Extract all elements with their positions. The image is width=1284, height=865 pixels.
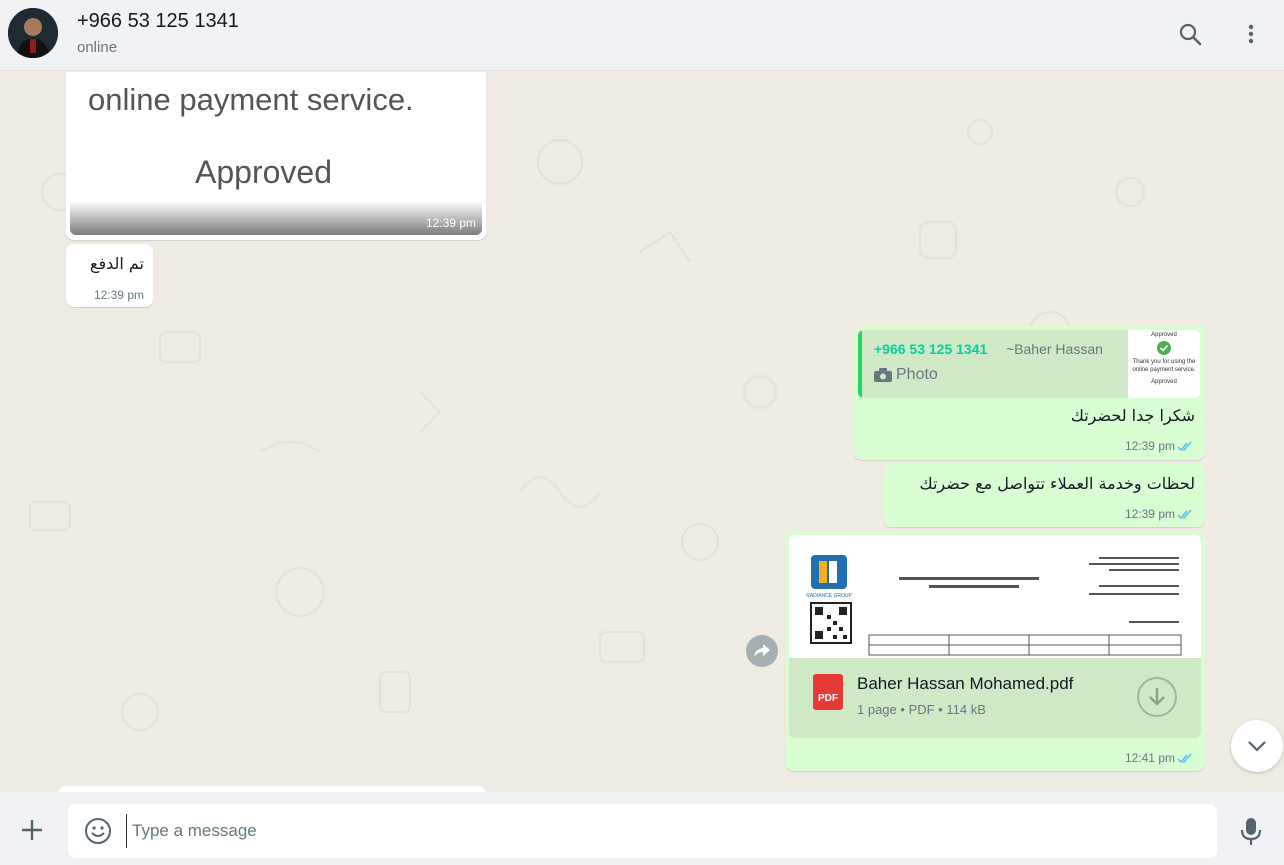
chat-header: +966 53 125 1341 online bbox=[0, 0, 1284, 71]
message-text: تم الدفع bbox=[89, 254, 144, 273]
logo-text: RADIANCE GROUP bbox=[806, 593, 852, 599]
pdf-file-icon: PDF bbox=[813, 674, 843, 710]
thumb-text: Thank you for using the online payment s… bbox=[1132, 359, 1196, 373]
image-text-line1: online payment service. bbox=[88, 82, 414, 117]
camera-icon bbox=[874, 368, 892, 387]
document-name[interactable]: Baher Hassan Mohamed.pdf bbox=[857, 674, 1073, 694]
document-preview[interactable]: RADIANCE GROUP bbox=[789, 535, 1201, 658]
quote-author: +966 53 125 1341 bbox=[874, 341, 988, 357]
contact-status: online bbox=[77, 39, 118, 56]
message-input[interactable] bbox=[126, 814, 1186, 848]
thumb-text: Approved bbox=[1151, 332, 1177, 338]
chat-area[interactable]: online payment service. Approved 12:39 p… bbox=[0, 72, 1284, 792]
double-check-icon bbox=[1177, 508, 1195, 526]
quote-type: Photo bbox=[896, 366, 938, 383]
payment-screenshot[interactable]: online payment service. Approved bbox=[70, 72, 482, 235]
forward-button[interactable] bbox=[746, 635, 778, 667]
attach-button[interactable] bbox=[18, 816, 46, 844]
message-composer bbox=[0, 792, 1284, 865]
contact-avatar[interactable] bbox=[8, 8, 58, 58]
more-vertical-icon[interactable] bbox=[1237, 20, 1265, 48]
message-time: 12:39 pm bbox=[1124, 439, 1175, 453]
message-text: لحظات وخدمة العملاء تتواصل مع حضرتك bbox=[919, 474, 1195, 493]
image-text-line2: Approved bbox=[195, 154, 332, 190]
text-message[interactable]: تم الدفع 12:39 pm bbox=[66, 244, 153, 307]
voice-message-button[interactable] bbox=[1238, 816, 1264, 846]
chevron-down-icon bbox=[1248, 741, 1266, 752]
search-icon[interactable] bbox=[1176, 20, 1204, 48]
document-thumbnail: RADIANCE GROUP bbox=[806, 555, 1182, 656]
contact-name[interactable]: +966 53 125 1341 bbox=[77, 10, 239, 33]
plus-icon bbox=[22, 820, 42, 840]
document-message[interactable]: RADIANCE GROUP PDF Baher Hassan Mohamed.… bbox=[785, 531, 1205, 771]
message-time: 12:39 pm bbox=[425, 216, 476, 230]
message-time: 12:39 pm bbox=[93, 288, 144, 302]
emoji-icon bbox=[85, 818, 111, 844]
message-time: 12:39 pm bbox=[1124, 507, 1175, 521]
forward-icon bbox=[754, 644, 770, 657]
check-circle-icon bbox=[1157, 341, 1171, 355]
quote-thumbnail: Approved Thank you for using the online … bbox=[1128, 330, 1200, 398]
quote-accent-bar bbox=[858, 330, 862, 398]
quoted-message[interactable]: +966 53 125 1341 ~Baher Hassan Photo App… bbox=[858, 330, 1200, 398]
document-type: PDF bbox=[908, 702, 935, 717]
download-button[interactable] bbox=[1137, 677, 1177, 717]
message-text: شكرا جدا لحضرتك bbox=[1070, 406, 1195, 425]
quote-author-name: ~Baher Hassan bbox=[1006, 341, 1103, 357]
text-message[interactable]: لحظات وخدمة العملاء تتواصل مع حضرتك 12:3… bbox=[883, 464, 1205, 527]
message-time: 12:41 pm bbox=[1124, 751, 1175, 765]
scroll-down-button[interactable] bbox=[1231, 720, 1283, 772]
image-shade bbox=[70, 201, 482, 235]
image-message[interactable]: online payment service. Approved 12:39 p… bbox=[66, 72, 486, 240]
document-pages: 1 page bbox=[857, 702, 897, 717]
thumb-text: Approved bbox=[1151, 379, 1177, 385]
mic-icon bbox=[1240, 818, 1262, 845]
document-info[interactable]: PDF Baher Hassan Mohamed.pdf 1 page • PD… bbox=[789, 658, 1201, 738]
document-size: 114 kB bbox=[946, 702, 986, 717]
double-check-icon bbox=[1177, 752, 1195, 770]
double-check-icon bbox=[1177, 440, 1195, 458]
download-icon bbox=[1149, 688, 1165, 706]
reply-message[interactable]: +966 53 125 1341 ~Baher Hassan Photo App… bbox=[854, 326, 1205, 460]
message-input-box[interactable] bbox=[68, 804, 1217, 858]
emoji-button[interactable] bbox=[84, 817, 112, 845]
document-meta: 1 page • PDF • 114 kB bbox=[857, 702, 986, 717]
